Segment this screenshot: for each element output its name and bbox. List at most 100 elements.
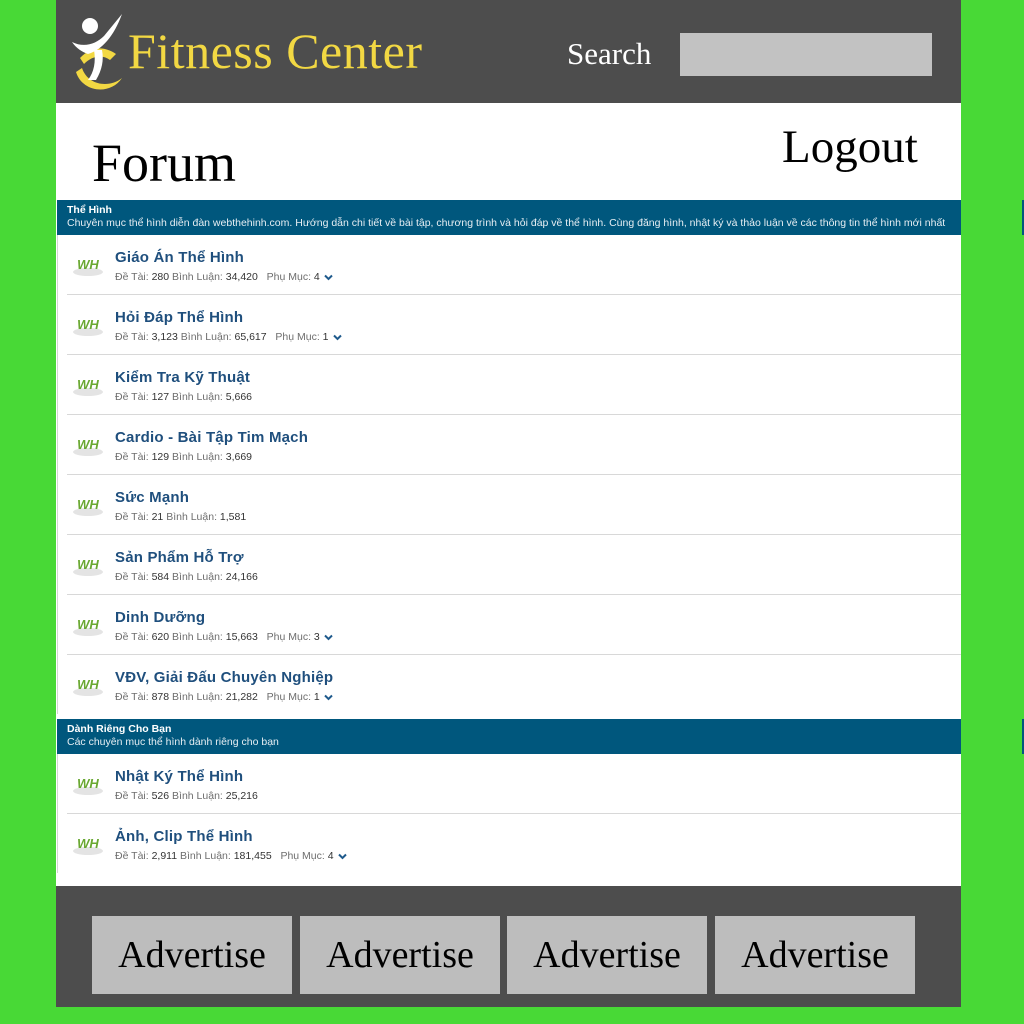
forum-row: WH Ảnh, Clip Thể Hình Đề Tài: 2,911 Bình L…	[67, 814, 961, 873]
page: Fitness Center Search Forum Logout Thể H…	[56, 0, 961, 1007]
svg-text:WH: WH	[77, 776, 99, 791]
posts-label: Bình Luận:	[180, 850, 231, 862]
forum-wh-icon: WH	[72, 613, 104, 637]
forum-wh-icon: WH	[72, 253, 104, 277]
forum-link[interactable]: Sản Phẩm Hỗ Trợ	[115, 549, 244, 566]
search-input[interactable]	[680, 33, 932, 76]
topics-label: Đề Tài:	[115, 391, 149, 403]
advertise-box-3[interactable]: Advertise	[507, 916, 707, 994]
forum-link[interactable]: Hỏi Đáp Thể Hình	[115, 309, 243, 326]
forum-wh-icon: WH	[72, 673, 104, 697]
forum-link[interactable]: Nhật Ký Thể Hình	[115, 768, 243, 785]
svg-text:WH: WH	[77, 317, 99, 332]
forum-row: WH Sức Mạnh Đề Tài: 21 Bình Luận: 1,581	[67, 475, 961, 535]
forum-wh-icon: WH	[72, 493, 104, 517]
forum-wh-icon: WH	[72, 772, 104, 796]
forum-wh-icon: WH	[72, 373, 104, 397]
forum-stats: Đề Tài: 280 Bình Luận: 34,420 Phụ Mục: 4	[115, 271, 333, 283]
posts-label: Bình Luận:	[172, 571, 223, 583]
chevron-down-icon[interactable]	[337, 850, 347, 862]
forum-row: WH VĐV, Giải Đấu Chuyên Nghiệp Đề Tài: 878…	[67, 655, 961, 714]
runner-logo-icon[interactable]	[66, 6, 132, 98]
posts-count: 15,663	[225, 631, 258, 643]
chevron-down-icon[interactable]	[332, 331, 342, 343]
forum-row: WH Cardio - Bài Tập Tim Mạch Đề Tài: 129 B…	[67, 415, 961, 475]
forum-stats: Đề Tài: 2,911 Bình Luận: 181,455 Phụ Mục…	[115, 850, 347, 862]
posts-label: Bình Luận:	[172, 391, 223, 403]
topics-count: 280	[151, 271, 170, 283]
forum-row: WH Sản Phẩm Hỗ Trợ Đề Tài: 584 Bình Luận: …	[67, 535, 961, 595]
posts-label: Bình Luận:	[172, 631, 223, 643]
topics-count: 878	[151, 691, 170, 703]
forum-stats: Đề Tài: 3,123 Bình Luận: 65,617 Phụ Mục:…	[115, 331, 342, 343]
forum-stats: Đề Tài: 526 Bình Luận: 25,216	[115, 790, 258, 802]
forum-section: Thể Hình Chuyên mục thể hình diễn đàn web…	[57, 200, 961, 714]
subforums-label: Phụ Mục:	[266, 631, 311, 643]
posts-count: 24,166	[225, 571, 258, 583]
svg-text:WH: WH	[77, 257, 99, 272]
footer: Advertise Advertise Advertise Advertise	[56, 886, 961, 1007]
forum-link[interactable]: Sức Mạnh	[115, 489, 189, 506]
topics-label: Đề Tài:	[115, 850, 149, 862]
topics-label: Đề Tài:	[115, 511, 149, 523]
subforums-count: 1	[322, 331, 329, 343]
forum-link[interactable]: Kiểm Tra Kỹ Thuật	[115, 369, 250, 386]
posts-label: Bình Luận:	[172, 790, 223, 802]
section-name[interactable]: Dành Riêng Cho Bạn	[67, 723, 961, 736]
topics-label: Đề Tài:	[115, 571, 149, 583]
posts-count: 25,216	[225, 790, 258, 802]
section-header: Thể Hình Chuyên mục thể hình diễn đàn web…	[57, 200, 961, 235]
posts-label: Bình Luận:	[172, 691, 223, 703]
topics-count: 129	[151, 451, 170, 463]
subforums-count: 1	[313, 691, 320, 703]
search-label: Search	[567, 36, 652, 71]
forum-row: WH Kiểm Tra Kỹ Thuật Đề Tài: 127 Bình Luận…	[67, 355, 961, 415]
chevron-down-icon[interactable]	[324, 691, 333, 703]
subforums-count: 3	[313, 631, 320, 643]
forum-link[interactable]: Giáo Án Thể Hình	[115, 249, 244, 266]
svg-text:WH: WH	[77, 617, 99, 632]
forum-link[interactable]: Cardio - Bài Tập Tim Mạch	[115, 429, 308, 446]
forum-wh-icon: WH	[72, 313, 104, 337]
subforums-label: Phụ Mục:	[280, 850, 325, 862]
advertise-box-1[interactable]: Advertise	[92, 916, 292, 994]
topics-count: 620	[151, 631, 170, 643]
topics-count: 127	[151, 391, 170, 403]
forum-row: WH Nhật Ký Thể Hình Đề Tài: 526 Bình Luận:…	[67, 754, 961, 814]
posts-count: 34,420	[225, 271, 258, 283]
section-description: Chuyên mục thể hình diễn đàn webthehinh.…	[67, 217, 946, 229]
forum-link[interactable]: Dinh Dưỡng	[115, 609, 205, 626]
chevron-down-icon[interactable]	[324, 631, 333, 643]
topics-count: 2,911	[151, 850, 178, 862]
posts-count: 3,669	[225, 451, 253, 463]
chevron-down-icon[interactable]	[324, 271, 333, 283]
forum-stats: Đề Tài: 620 Bình Luận: 15,663 Phụ Mục: 3	[115, 631, 333, 643]
svg-text:WH: WH	[77, 437, 99, 452]
section-name[interactable]: Thể Hình	[67, 204, 961, 217]
subforums-count: 4	[327, 850, 334, 862]
posts-label: Bình Luận:	[166, 511, 217, 523]
subforums-count: 4	[313, 271, 320, 283]
section-header: Dành Riêng Cho Bạn Các chuyên mục thể hìn…	[57, 719, 961, 754]
logout-button[interactable]: Logout	[782, 120, 918, 174]
forum-list: WH Giáo Án Thể Hình Đề Tài: 280 Bình Luận:…	[57, 235, 961, 714]
posts-label: Bình Luận:	[172, 451, 223, 463]
posts-count: 21,282	[225, 691, 258, 703]
posts-count: 5,666	[225, 391, 253, 403]
forum-stats: Đề Tài: 584 Bình Luận: 24,166	[115, 571, 258, 583]
forum-wh-icon: WH	[72, 832, 104, 856]
header: Fitness Center Search	[56, 0, 961, 103]
section-description: Các chuyên mục thể hình dành riêng cho b…	[67, 736, 279, 748]
forum-stats: Đề Tài: 129 Bình Luận: 3,669	[115, 451, 252, 463]
posts-count: 65,617	[234, 331, 267, 343]
topics-label: Đề Tài:	[115, 331, 149, 343]
topics-label: Đề Tài:	[115, 691, 149, 703]
forum-row: WH Dinh Dưỡng Đề Tài: 620 Bình Luận: 15,66…	[67, 595, 961, 655]
advertise-box-4[interactable]: Advertise	[715, 916, 915, 994]
forum-link[interactable]: VĐV, Giải Đấu Chuyên Nghiệp	[115, 669, 333, 686]
forum-wh-icon: WH	[72, 553, 104, 577]
advertise-box-2[interactable]: Advertise	[300, 916, 500, 994]
forum-row: WH Hỏi Đáp Thể Hình Đề Tài: 3,123 Bình Luậ…	[67, 295, 961, 355]
forum-link[interactable]: Ảnh, Clip Thể Hình	[115, 828, 253, 845]
svg-text:WH: WH	[77, 836, 99, 851]
